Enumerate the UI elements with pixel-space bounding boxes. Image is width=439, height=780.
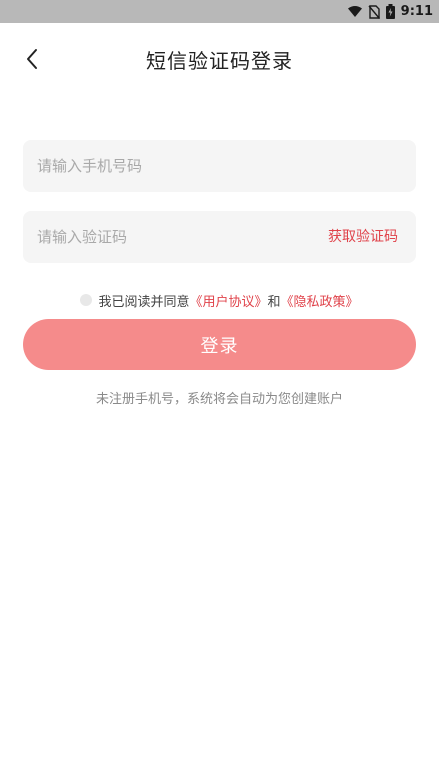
phone-input[interactable] [37, 140, 307, 192]
agreement-and: 和 [267, 294, 281, 310]
battery-icon [385, 4, 395, 19]
agreement-checkbox[interactable] [80, 294, 93, 306]
page-title: 短信验证码登录 [146, 49, 293, 73]
status-icons: 9:11 [347, 0, 433, 23]
register-hint: 未注册手机号，系统将会自动为您创建账户 [95, 392, 343, 407]
code-field: 获取验证码 [23, 211, 416, 263]
privacy-policy-link[interactable]: 《隐私政策》 [281, 291, 359, 310]
agreement-row: 我已阅读并同意 《用户协议》 和 《隐私政策》 [0, 290, 439, 310]
nav-bar: 短信验证码登录 [0, 23, 439, 99]
back-arrow-icon [25, 48, 39, 74]
status-time: 9:11 [400, 4, 433, 19]
verification-code-input[interactable] [37, 211, 307, 263]
back-button[interactable] [14, 43, 50, 79]
agreement-prefix: 我已阅读并同意 [98, 294, 190, 310]
wifi-icon [347, 5, 362, 18]
login-button[interactable]: 登录 [23, 319, 416, 370]
status-bar: 9:11 [0, 0, 439, 23]
get-code-button[interactable]: 获取验证码 [328, 211, 398, 263]
user-agreement-link[interactable]: 《用户协议》 [189, 291, 267, 310]
no-sim-icon [368, 4, 380, 19]
phone-field [23, 140, 416, 192]
